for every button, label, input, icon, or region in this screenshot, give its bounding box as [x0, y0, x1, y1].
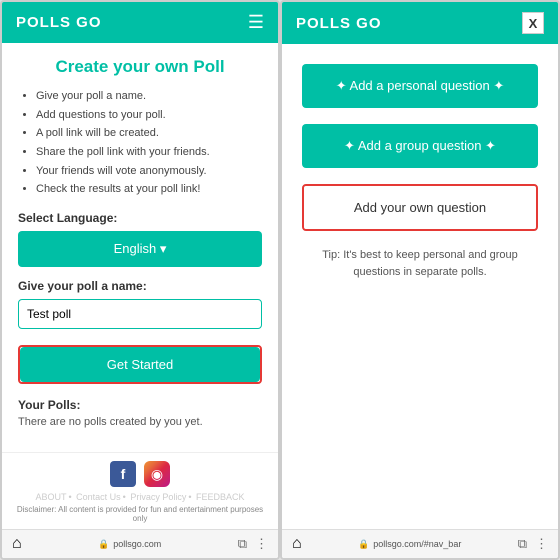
- right-phone: POLLS GO X ✦ Add a personal question ✦ ✦…: [280, 0, 560, 560]
- left-logo: POLLS GO: [16, 14, 102, 31]
- tip-text: Tip: It's best to keep personal and grou…: [302, 247, 538, 280]
- language-label: Select Language:: [18, 211, 262, 225]
- contact-link[interactable]: Contact Us: [76, 492, 121, 502]
- language-button[interactable]: English ▾: [18, 231, 262, 267]
- menu-icon[interactable]: ☰: [248, 12, 264, 33]
- tab-icon[interactable]: ⧉: [238, 536, 247, 552]
- left-bottom-bar: ⌂ 🔒 pollsgo.com ⧉ ⋮: [2, 529, 278, 558]
- url-text[interactable]: pollsgo.com: [113, 539, 161, 549]
- your-polls-section: Your Polls: There are no polls created b…: [18, 398, 262, 428]
- bottom-bar-icons: ⧉ ⋮: [238, 536, 268, 552]
- left-url-bar: 🔒 pollsgo.com: [98, 539, 161, 550]
- right-bottom-bar-icons: ⧉ ⋮: [518, 536, 548, 552]
- get-started-button[interactable]: Get Started: [20, 347, 260, 382]
- page-title: Create your own Poll: [18, 57, 262, 77]
- about-link[interactable]: ABOUT: [35, 492, 66, 502]
- right-lock-icon: 🔒: [358, 539, 369, 550]
- bullet-3: A poll link will be created.: [36, 124, 262, 143]
- own-question-button[interactable]: Add your own question: [302, 184, 538, 231]
- disclaimer-text: Disclaimer: All content is provided for …: [12, 505, 268, 523]
- your-polls-title: Your Polls:: [18, 398, 262, 412]
- left-header: POLLS GO ☰: [2, 2, 278, 43]
- right-more-icon[interactable]: ⋮: [535, 536, 548, 552]
- screens-container: POLLS GO ☰ Create your own Poll Give you…: [0, 0, 560, 560]
- bullet-5: Your friends will vote anonymously.: [36, 162, 262, 181]
- left-footer: f ◉ ABOUT• Contact Us• Privacy Policy• F…: [2, 452, 278, 529]
- personal-question-button[interactable]: ✦ Add a personal question ✦: [302, 64, 538, 108]
- right-logo: POLLS GO: [296, 15, 382, 32]
- right-content: ✦ Add a personal question ✦ ✦ Add a grou…: [282, 44, 558, 294]
- right-url-text[interactable]: pollsgo.com/#nav_bar: [373, 539, 461, 549]
- poll-name-input[interactable]: [18, 299, 262, 329]
- privacy-link[interactable]: Privacy Policy: [130, 492, 186, 502]
- bullet-6: Check the results at your poll link!: [36, 180, 262, 199]
- language-select-wrap: English ▾: [18, 231, 262, 267]
- group-question-button[interactable]: ✦ Add a group question ✦: [302, 124, 538, 168]
- bullet-1: Give your poll a name.: [36, 87, 262, 106]
- facebook-icon[interactable]: f: [110, 461, 136, 487]
- bullet-2: Add questions to your poll.: [36, 106, 262, 125]
- close-button[interactable]: X: [522, 12, 544, 34]
- poll-name-label: Give your poll a name:: [18, 279, 262, 293]
- right-home-icon[interactable]: ⌂: [292, 535, 302, 553]
- lock-icon: 🔒: [98, 539, 109, 550]
- instructions-list: Give your poll a name. Add questions to …: [18, 87, 262, 199]
- right-url-bar: 🔒 pollsgo.com/#nav_bar: [358, 539, 461, 550]
- home-icon[interactable]: ⌂: [12, 535, 22, 553]
- bullet-4: Share the poll link with your friends.: [36, 143, 262, 162]
- more-icon[interactable]: ⋮: [255, 536, 268, 552]
- instagram-icon[interactable]: ◉: [144, 461, 170, 487]
- left-phone: POLLS GO ☰ Create your own Poll Give you…: [0, 0, 280, 560]
- get-started-wrap: Get Started: [18, 345, 262, 384]
- right-bottom-bar: ⌂ 🔒 pollsgo.com/#nav_bar ⧉ ⋮: [282, 529, 558, 558]
- poll-name-wrap: [18, 299, 262, 337]
- no-polls-text: There are no polls created by you yet.: [18, 416, 262, 428]
- right-header: POLLS GO X: [282, 2, 558, 44]
- right-tab-icon[interactable]: ⧉: [518, 536, 527, 552]
- feedback-link[interactable]: FEEDBACK: [196, 492, 245, 502]
- social-icons: f ◉: [12, 461, 268, 487]
- left-content: Create your own Poll Give your poll a na…: [2, 43, 278, 452]
- spacer: [282, 294, 558, 529]
- footer-links: ABOUT• Contact Us• Privacy Policy• FEEDB…: [12, 492, 268, 502]
